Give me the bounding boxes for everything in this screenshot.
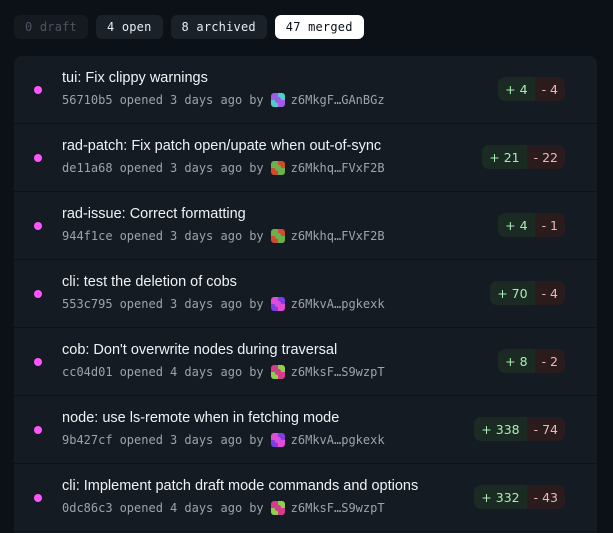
opened-label: opened (119, 297, 163, 311)
patch-meta: cc04d01 opened 4 days ago by z6MksF…S9wz… (62, 365, 392, 379)
author-id[interactable]: z6MksF…S9wzpT (291, 501, 385, 515)
merged-status-dot (34, 494, 42, 502)
patch-row[interactable]: cli: test the deletion of cobs 553c795 o… (14, 260, 597, 328)
lines-removed: - 43 (526, 485, 565, 509)
filter-draft[interactable]: 0 draft (14, 15, 88, 39)
patch-meta: 0dc86c3 opened 4 days ago by z6MksF…S9wz… (62, 501, 392, 515)
lines-added: + 70 (490, 281, 535, 305)
patch-title[interactable]: cob: Don't overwrite nodes during traver… (62, 342, 337, 358)
patch-id[interactable]: 0dc86c3 (62, 501, 113, 515)
patch-list: tui: Fix clippy warnings 56710b5 opened … (14, 56, 597, 533)
author-avatar-icon[interactable] (270, 161, 285, 175)
lines-removed: - 74 (526, 417, 565, 441)
opened-label: opened (119, 501, 163, 515)
lines-removed: - 4 (534, 281, 565, 305)
diff-stat: + 4 - 4 (498, 77, 565, 101)
author-id[interactable]: z6MkgF…GAnBGz (291, 93, 385, 107)
diff-stat: + 8 - 2 (498, 349, 565, 373)
author-avatar-icon[interactable] (270, 433, 285, 447)
opened-label: opened (119, 365, 163, 379)
author-avatar-icon[interactable] (270, 229, 285, 243)
merged-status-dot (34, 426, 42, 434)
patch-row[interactable]: node: use ls-remote when in fetching mod… (14, 396, 597, 464)
by-label: by (249, 229, 264, 243)
patch-row[interactable]: cli: Implement patch draft mode commands… (14, 464, 597, 532)
patch-title[interactable]: node: use ls-remote when in fetching mod… (62, 410, 339, 426)
patch-age: 4 days ago (169, 365, 243, 379)
patch-row[interactable]: tui: Fix clippy warnings 56710b5 opened … (14, 56, 597, 124)
filter-open[interactable]: 4 open (95, 15, 163, 39)
lines-removed: - 4 (534, 77, 565, 101)
lines-removed: - 1 (534, 213, 565, 237)
merged-status-dot (34, 358, 42, 366)
diff-stat: + 4 - 1 (498, 213, 565, 237)
patch-meta: 944f1ce opened 3 days ago by z6Mkhq…FVxF… (62, 229, 392, 243)
patch-age: 3 days ago (169, 161, 243, 175)
patch-title[interactable]: tui: Fix clippy warnings (62, 70, 208, 86)
diff-stat: + 338 - 74 (474, 417, 565, 441)
patch-age: 3 days ago (169, 93, 243, 107)
author-id[interactable]: z6MkvA…pgkexk (291, 433, 385, 447)
author-id[interactable]: z6Mkhq…FVxF2B (291, 229, 385, 243)
patch-age: 3 days ago (169, 433, 243, 447)
patch-id[interactable]: cc04d01 (62, 365, 113, 379)
diff-stat: + 21 - 22 (482, 145, 565, 169)
filter-merged[interactable]: 47 merged (274, 15, 364, 39)
by-label: by (249, 161, 264, 175)
patch-id[interactable]: de11a68 (62, 161, 113, 175)
patch-row[interactable]: rad-issue: Correct formatting 944f1ce op… (14, 192, 597, 260)
merged-status-dot (34, 154, 42, 162)
by-label: by (249, 365, 264, 379)
lines-added: + 338 (474, 417, 527, 441)
by-label: by (249, 501, 264, 515)
patch-id[interactable]: 56710b5 (62, 93, 113, 107)
patch-meta: 553c795 opened 3 days ago by z6MkvA…pgke… (62, 297, 392, 311)
opened-label: opened (119, 229, 163, 243)
patch-title[interactable]: rad-issue: Correct formatting (62, 206, 246, 222)
diff-stat: + 332 - 43 (474, 485, 565, 509)
patch-title[interactable]: cli: test the deletion of cobs (62, 274, 237, 290)
author-avatar-icon[interactable] (270, 501, 285, 515)
by-label: by (249, 433, 264, 447)
lines-added: + 4 (498, 213, 535, 237)
merged-status-dot (34, 290, 42, 298)
lines-added: + 8 (498, 349, 535, 373)
author-id[interactable]: z6Mkhq…FVxF2B (291, 161, 385, 175)
lines-removed: - 22 (526, 145, 565, 169)
author-id[interactable]: z6MkvA…pgkexk (291, 297, 385, 311)
author-id[interactable]: z6MksF…S9wzpT (291, 365, 385, 379)
lines-added: + 21 (482, 145, 527, 169)
patch-state-filters: 0 draft 4 open 8 archived 47 merged (14, 15, 364, 39)
author-avatar-icon[interactable] (270, 297, 285, 311)
patch-meta: 56710b5 opened 3 days ago by z6MkgF…GAnB… (62, 93, 392, 107)
patch-meta: 9b427cf opened 3 days ago by z6MkvA…pgke… (62, 433, 392, 447)
lines-added: + 332 (474, 485, 527, 509)
opened-label: opened (119, 93, 163, 107)
by-label: by (249, 93, 264, 107)
patch-title[interactable]: rad-patch: Fix patch open/upate when out… (62, 138, 381, 154)
author-avatar-icon[interactable] (270, 93, 285, 107)
author-avatar-icon[interactable] (270, 365, 285, 379)
opened-label: opened (119, 433, 163, 447)
diff-stat: + 70 - 4 (490, 281, 565, 305)
lines-added: + 4 (498, 77, 535, 101)
merged-status-dot (34, 222, 42, 230)
patch-age: 3 days ago (169, 229, 243, 243)
opened-label: opened (119, 161, 163, 175)
patch-age: 4 days ago (169, 501, 243, 515)
patch-row[interactable]: rad-patch: Fix patch open/upate when out… (14, 124, 597, 192)
patch-id[interactable]: 944f1ce (62, 229, 113, 243)
by-label: by (249, 297, 264, 311)
patch-row[interactable]: cob: Don't overwrite nodes during traver… (14, 328, 597, 396)
patch-id[interactable]: 553c795 (62, 297, 113, 311)
patch-age: 3 days ago (169, 297, 243, 311)
lines-removed: - 2 (534, 349, 565, 373)
patch-meta: de11a68 opened 3 days ago by z6Mkhq…FVxF… (62, 161, 392, 175)
merged-status-dot (34, 86, 42, 94)
patch-id[interactable]: 9b427cf (62, 433, 113, 447)
filter-archived[interactable]: 8 archived (170, 15, 267, 39)
patch-title[interactable]: cli: Implement patch draft mode commands… (62, 478, 418, 494)
